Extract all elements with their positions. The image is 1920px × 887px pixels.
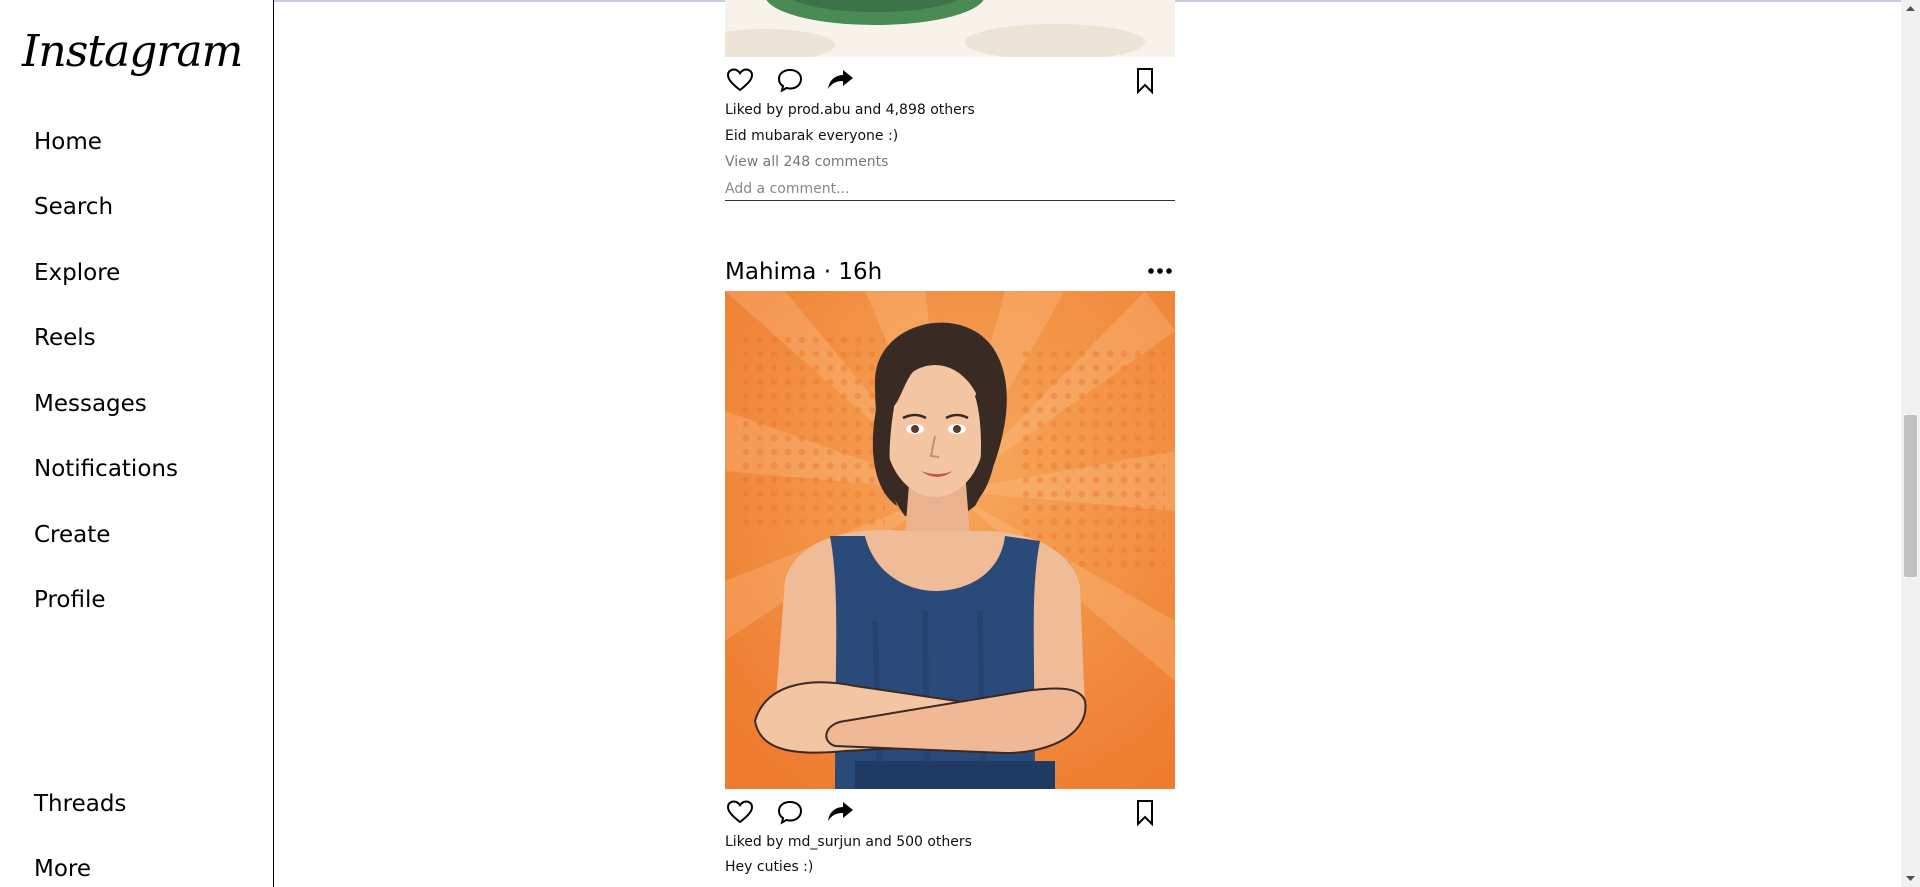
instagram-logo[interactable]: Instagram <box>22 26 243 77</box>
bookmark-icon[interactable] <box>1130 797 1160 827</box>
bookmark-icon[interactable] <box>1130 65 1160 95</box>
sidebar-item-reels[interactable]: Reels <box>34 325 96 351</box>
likes-text[interactable]: Liked by md_surjun and 500 others <box>725 834 972 850</box>
scroll-up-arrow-icon[interactable] <box>1901 0 1920 18</box>
post-header: Mahima · 16h <box>725 259 1175 291</box>
scroll-down-arrow-icon[interactable] <box>1901 869 1920 887</box>
heart-icon[interactable] <box>725 65 755 95</box>
sidebar-item-search[interactable]: Search <box>34 194 113 220</box>
comment-icon[interactable] <box>775 65 805 95</box>
sidebar-item-home[interactable]: Home <box>34 129 102 155</box>
more-options-icon[interactable] <box>1147 263 1173 277</box>
heart-icon[interactable] <box>725 797 755 827</box>
scrollbar-thumb[interactable] <box>1904 415 1917 577</box>
post-actions <box>725 65 1175 97</box>
comment-icon[interactable] <box>775 797 805 827</box>
sidebar-item-more[interactable]: More <box>34 856 91 882</box>
vertical-scrollbar[interactable] <box>1901 0 1920 887</box>
sidebar-item-profile[interactable]: Profile <box>34 587 106 613</box>
sidebar-item-threads[interactable]: Threads <box>34 791 126 817</box>
comment-input[interactable] <box>725 177 1175 201</box>
post-image[interactable] <box>725 291 1175 789</box>
share-icon[interactable] <box>825 65 855 95</box>
post-caption: Hey cuties :) <box>725 859 814 875</box>
sidebar: Instagram Home Search Explore Reels Mess… <box>0 0 274 887</box>
share-icon[interactable] <box>825 797 855 827</box>
post-author[interactable]: Mahima · 16h <box>725 259 882 285</box>
post-image[interactable] <box>725 0 1175 57</box>
sidebar-item-explore[interactable]: Explore <box>34 260 120 286</box>
sidebar-item-notifications[interactable]: Notifications <box>34 456 178 482</box>
post-actions <box>725 797 1175 829</box>
sidebar-item-create[interactable]: Create <box>34 522 110 548</box>
likes-text[interactable]: Liked by prod.abu and 4,898 others <box>725 102 975 118</box>
post-caption: Eid mubarak everyone :) <box>725 128 899 144</box>
view-comments-link[interactable]: View all 248 comments <box>725 154 888 170</box>
sidebar-item-messages[interactable]: Messages <box>34 391 147 417</box>
